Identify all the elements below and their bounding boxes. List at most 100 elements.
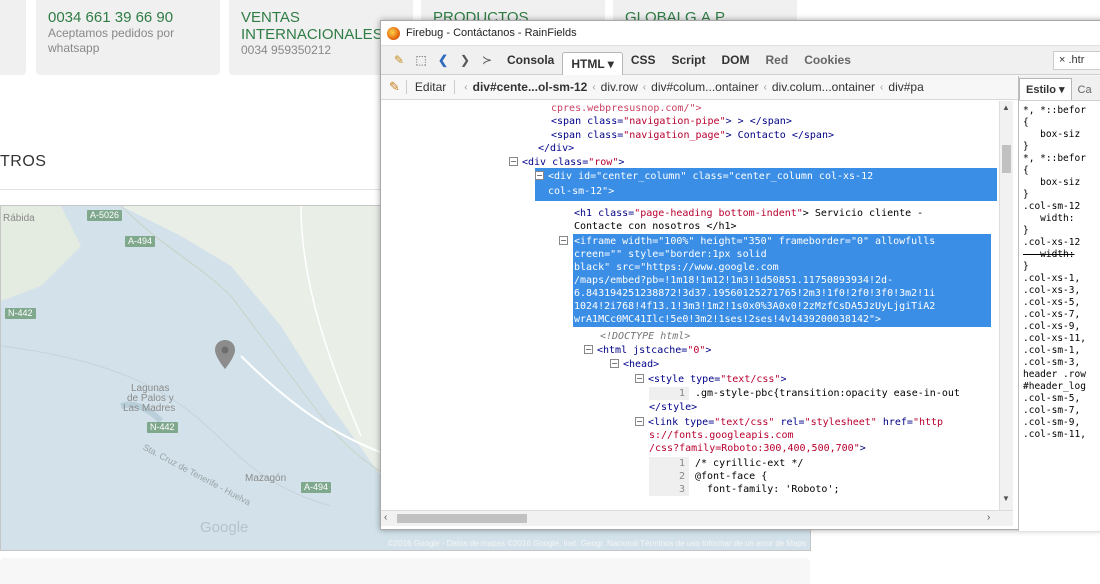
scrollbar-thumb[interactable] [1002,145,1011,173]
tab-css[interactable]: CSS [623,49,664,72]
crumb-column-container[interactable]: div.colum...ontainer [772,80,875,94]
html-line[interactable]: <h1 class="page-heading bottom-indent"> … [574,207,923,220]
css-rule-line[interactable]: .col-sm-7, [1023,405,1100,417]
search-field[interactable]: × .htr [1053,50,1100,70]
code-line[interactable]: 2 @font-face { [649,470,767,483]
html-line[interactable]: <!DOCTYPE html> [600,330,690,343]
scroll-right-icon[interactable]: › [987,512,990,523]
iframe-line[interactable]: wrA1MCc0MC41Ilc!5e0!3m2!1ses!2ses!4v1439… [574,313,881,326]
css-rule-line[interactable]: .col-xs-11, [1023,333,1100,345]
collapse-toggle-icon[interactable]: − [559,236,568,245]
html-vertical-scrollbar[interactable]: ▲ ▼ [999,101,1013,510]
css-rule-line[interactable]: } [1023,261,1100,273]
css-rule-line[interactable]: width: [1023,249,1100,261]
iframe-line[interactable]: black" src="https://www.google.com [574,261,779,274]
scrollbar-thumb[interactable] [397,514,527,523]
firebug-titlebar[interactable]: Firebug - Contáctanos - RainFields [381,21,1100,46]
css-rule-line[interactable]: .col-sm-12 [1023,201,1100,213]
tab-html[interactable]: HTML ▾ [562,51,623,75]
html-line[interactable]: /css?family=Roboto:300,400,500,700"> [649,442,866,455]
css-rule-line[interactable]: .col-xs-3, [1023,285,1100,297]
edit-button[interactable]: Editar [405,80,456,94]
css-rule-line[interactable]: } [1023,189,1100,201]
code-line[interactable]: 1 /* cyrillic-ext */ [649,457,803,470]
iframe-line[interactable]: /maps/embed?pb=!1m18!1m12!1m3!1d50851.11… [574,274,893,287]
collapse-toggle-icon[interactable]: − [584,345,593,354]
map-footer[interactable]: ©2016 Google - Datos de mapas ©2016 Goog… [388,539,806,548]
phone-number[interactable]: 0034 661 39 66 90 [48,9,208,26]
crumb-page[interactable]: div#pa [888,80,923,94]
firebug-bug-icon[interactable]: ✎ [389,53,409,67]
inspect-icon[interactable]: ⬚ [411,53,431,67]
css-rule-line[interactable]: { [1023,117,1100,129]
css-rule-line[interactable]: width: [1023,213,1100,225]
html-line[interactable]: Contacte con nosotros </h1> [574,220,737,233]
css-rule-line[interactable]: .col-xs-9, [1023,321,1100,333]
html-line[interactable]: s://fonts.googleapis.com [649,429,794,442]
command-line-icon[interactable]: ≻ [477,53,497,67]
code-line[interactable]: 3 font-family: 'Roboto'; [649,483,840,496]
html-line[interactable]: <span class="navigation_page"> Contacto … [551,129,834,142]
forward-icon[interactable]: ❯ [455,53,475,67]
css-rule-line[interactable]: .col-xs-5, [1023,297,1100,309]
collapse-toggle-icon[interactable]: − [635,417,644,426]
css-rule-line[interactable]: } [1023,141,1100,153]
tab-console[interactable]: Consola [499,49,562,72]
html-line[interactable]: − <html jstcache="0"> [584,344,711,357]
css-rule-line[interactable]: .col-sm-9, [1023,417,1100,429]
tab-style[interactable]: Estilo ▾ [1019,78,1072,100]
css-rule-line[interactable]: *, *::befor [1023,105,1100,117]
html-tree-pane[interactable]: cpres.webpresusnop.com/"> <span class="n… [381,101,999,510]
phone-box[interactable]: 0034 661 39 66 90 Aceptamos pedidos por … [36,0,220,75]
css-rule-line[interactable]: .col-sm-3, [1023,357,1100,369]
css-rule-line[interactable]: box-siz [1023,177,1100,189]
tab-dom[interactable]: DOM [714,49,758,72]
css-rule-line[interactable]: } [1023,225,1100,237]
html-line-selected[interactable]: col-sm-12"> [548,185,614,198]
code-line[interactable]: 1 .gm-style-pbc{transition:opacity ease-i… [649,387,960,400]
firebug-window[interactable]: Firebug - Contáctanos - RainFields ✎ ⬚ ❮… [380,20,1100,531]
crumb-columns-container[interactable]: div#colum...ontainer [651,80,758,94]
css-rule-line[interactable]: *, *::befor [1023,153,1100,165]
tab-net[interactable]: Red [758,49,797,72]
css-rule-line[interactable]: .col-xs-7, [1023,309,1100,321]
html-line[interactable]: </div> [538,142,574,155]
crumb-row[interactable]: div.row [601,80,638,94]
map-pin-icon[interactable] [214,339,236,373]
scroll-left-icon[interactable]: ‹ [384,512,387,523]
collapse-toggle-icon[interactable]: − [610,359,619,368]
css-rules[interactable]: *, *::befor{ box-siz} *, *::befor{ box-si… [1019,101,1100,441]
css-rule-line[interactable]: #header_log [1023,381,1100,393]
html-line[interactable]: − <link type="text/css" rel="stylesheet" … [635,416,943,429]
css-rule-line[interactable]: .col-xs-1, [1023,273,1100,285]
tab-cookies[interactable]: Cookies [796,49,859,72]
iframe-line[interactable]: creen="" style="border:1px solid [574,248,767,261]
scroll-down-icon[interactable]: ▼ [1002,494,1010,503]
html-line[interactable]: − <head> [610,358,659,371]
css-rule-line[interactable]: .col-sm-5, [1023,393,1100,405]
collapse-toggle-icon[interactable]: − [535,171,544,180]
tab-script[interactable]: Script [664,49,714,72]
html-line[interactable]: </style> [649,401,697,414]
css-rule-line[interactable]: .col-sm-1, [1023,345,1100,357]
css-rule-line[interactable]: header .row [1023,369,1100,381]
css-rule-line[interactable]: .col-xs-12 [1023,237,1100,249]
css-rule-line[interactable]: .col-sm-11, [1023,429,1100,441]
css-rule-line[interactable]: { [1023,165,1100,177]
iframe-line[interactable]: <iframe width="100%" height="350" frameb… [574,235,935,248]
html-horizontal-scrollbar[interactable]: ‹ › [381,510,1013,526]
css-rule-line[interactable]: box-siz [1023,129,1100,141]
edit-pencil-icon[interactable]: ✎ [389,79,400,95]
scroll-up-icon[interactable]: ▲ [1002,103,1010,112]
collapse-toggle-icon[interactable]: − [509,157,518,166]
collapse-toggle-icon[interactable]: − [635,374,644,383]
style-side-panel[interactable]: Estilo ▾ Ca *, *::befor{ box-siz} *, *::b… [1018,76,1100,531]
crumb-center-column[interactable]: div#cente...ol-sm-12 [473,80,588,94]
html-line-selected[interactable]: − <div id="center_column" class="center_c… [535,170,873,183]
iframe-line[interactable]: 6.843194251238872!3d37.19560125271765!2m… [574,287,935,300]
iframe-line[interactable]: 1024!2i768!4f13.1!3m3!1m2!1s0x0%3A0x0!2z… [574,300,935,313]
back-icon[interactable]: ❮ [433,53,453,67]
html-line[interactable]: − <style type="text/css"> [635,373,787,386]
html-line[interactable]: <span class="navigation-pipe"> > </span> [551,115,792,128]
tab-computed[interactable]: Ca [1072,80,1098,100]
